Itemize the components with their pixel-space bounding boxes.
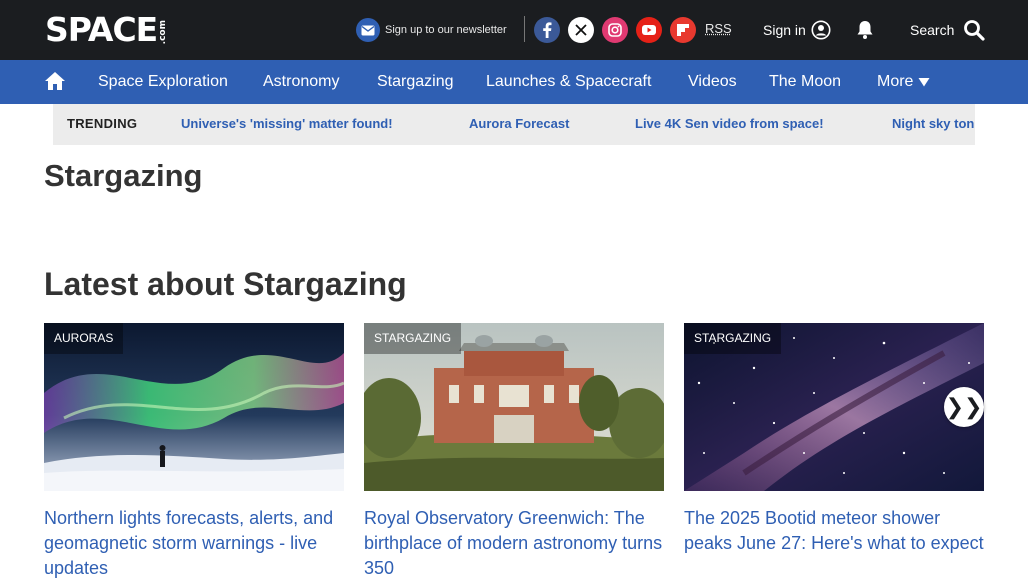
section-title: Latest about Stargazing (44, 266, 407, 302)
search-icon (964, 20, 985, 41)
nav-item-space-exploration[interactable]: Space Exploration (98, 73, 228, 91)
nav-item-astronomy[interactable]: Astronomy (263, 73, 339, 91)
youtube-icon[interactable] (636, 17, 662, 43)
newsletter-signup-link[interactable]: Sign up to our newsletter (356, 18, 507, 42)
trending-link[interactable]: Universe's 'missing' matter found! (181, 116, 393, 131)
user-icon (811, 20, 831, 40)
nav-item-videos[interactable]: Videos (688, 73, 737, 91)
trending-label: TRENDING (67, 116, 138, 131)
home-icon[interactable] (44, 71, 66, 96)
trending-link[interactable]: Aurora Forecast (469, 116, 569, 131)
trending-link[interactable]: Night sky tonight (892, 116, 975, 131)
mail-icon (356, 18, 380, 42)
flipboard-icon[interactable] (670, 17, 696, 43)
article-card[interactable]: AURORAS Northern lights forecasts, alert… (44, 323, 344, 578)
logo-suffix: .com (158, 19, 169, 44)
nav-item-launches-spacecraft[interactable]: Launches & Spacecraft (486, 73, 651, 91)
sign-in-label: Sign in (763, 22, 806, 38)
facebook-icon[interactable] (534, 17, 560, 43)
category-tag: STARGAZING (684, 323, 782, 354)
article-title[interactable]: The 2025 Bootid meteor shower peaks June… (684, 506, 984, 556)
category-tag: AURORAS (44, 323, 124, 354)
trending-link[interactable]: Live 4K Sen video from space! (635, 116, 824, 131)
article-thumbnail: AURORAS (44, 323, 344, 491)
nav-more-button[interactable]: More (877, 73, 930, 91)
article-card[interactable]: STARGAZING Royal Observatory Greenwich: … (364, 323, 664, 578)
newsletter-label: Sign up to our newsletter (385, 24, 507, 36)
article-title[interactable]: Northern lights forecasts, alerts, and g… (44, 506, 344, 578)
caret-down-icon (918, 78, 930, 87)
bell-icon[interactable] (856, 20, 874, 45)
search-label: Search (910, 22, 955, 38)
site-logo[interactable]: SPACE .com (45, 10, 169, 49)
main-navigation: Space Exploration Astronomy Stargazing L… (0, 60, 1028, 104)
nav-item-the-moon[interactable]: The Moon (769, 73, 841, 91)
rss-link[interactable]: RSS (705, 21, 732, 36)
article-card[interactable]: STARGAZING The 2025 Bootid meteor shower… (684, 323, 984, 553)
header-divider (524, 16, 525, 42)
nav-item-stargazing[interactable]: Stargazing (377, 73, 454, 91)
trending-bar: TRENDING Universe's 'missing' matter fou… (53, 104, 975, 145)
x-icon[interactable] (568, 17, 594, 43)
article-thumbnail: STARGAZING (364, 323, 664, 491)
page-title: Stargazing (44, 158, 203, 193)
chevron-right-icon: ❯❯ (945, 394, 983, 419)
top-bar: SPACE .com Sign up to our newsletter RSS… (0, 0, 1028, 60)
instagram-icon[interactable] (602, 17, 628, 43)
article-thumbnail: STARGAZING (684, 323, 984, 491)
article-title[interactable]: Royal Observatory Greenwich: The birthpl… (364, 506, 664, 578)
category-tag: STARGAZING (364, 323, 462, 354)
search-button[interactable]: Search (910, 18, 985, 42)
sign-in-button[interactable]: Sign in (763, 18, 831, 42)
carousel-next-button[interactable]: ❯❯ (944, 387, 984, 427)
logo-text: SPACE (45, 10, 158, 49)
nav-more-label: More (877, 73, 914, 90)
